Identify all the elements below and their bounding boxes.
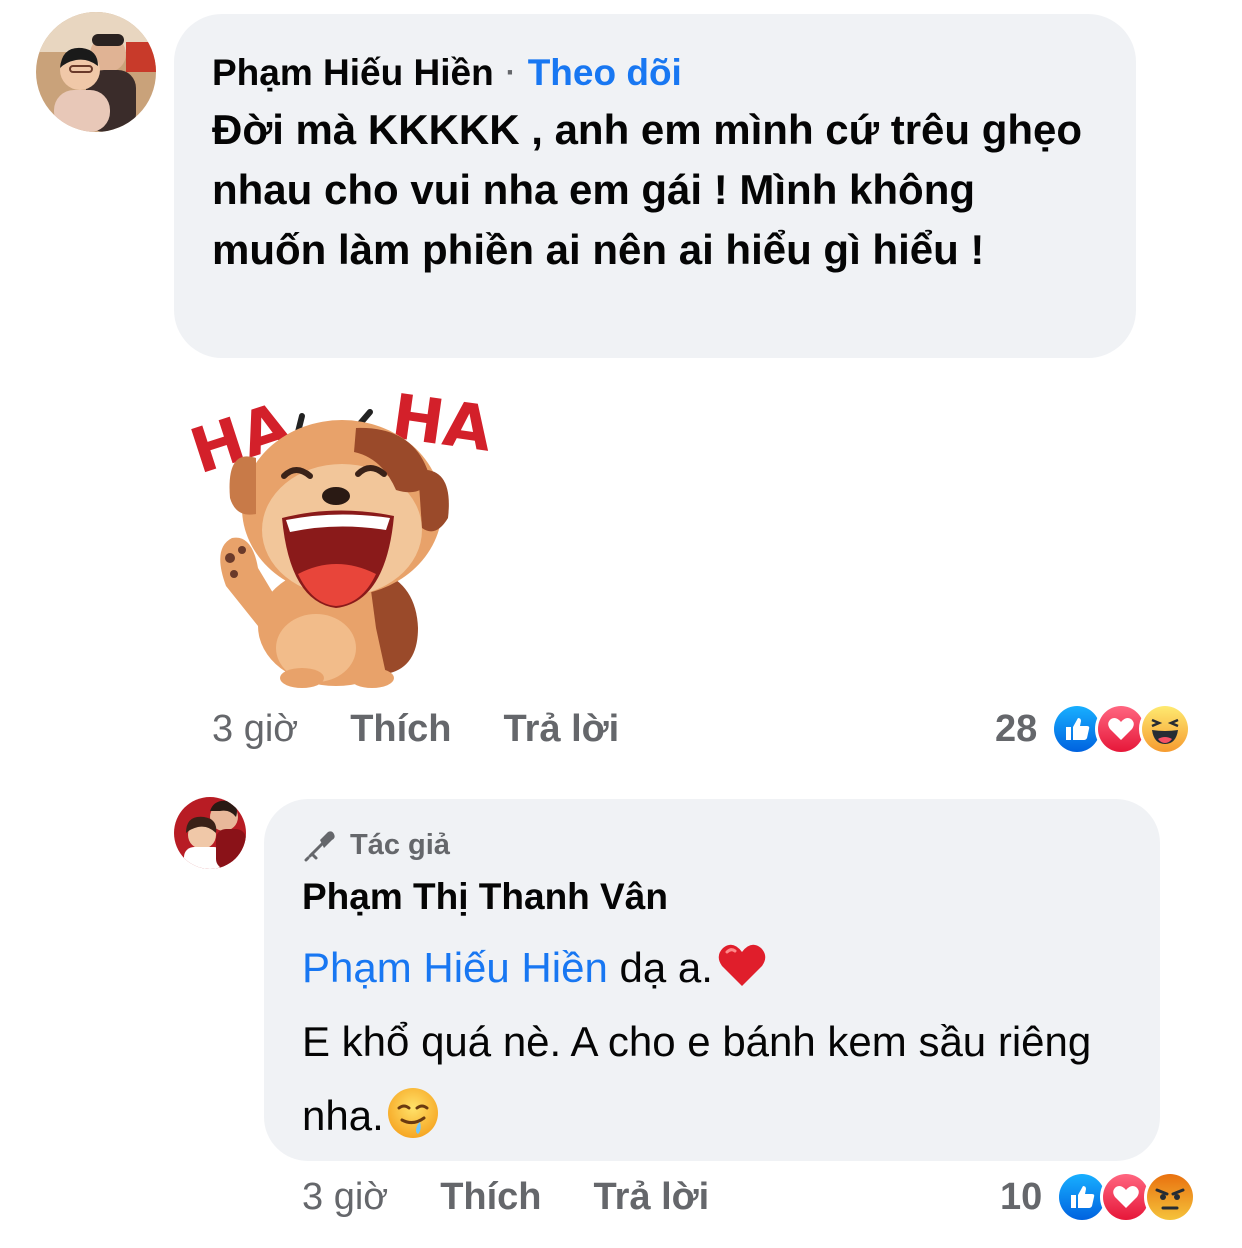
reply-text-line1: dạ a.	[619, 944, 713, 991]
angry-reaction-icon	[1144, 1171, 1197, 1223]
follow-button[interactable]: Theo dõi	[528, 52, 682, 94]
laughing-dog-sticker-icon: HA HA	[180, 378, 498, 693]
like-button[interactable]: Thích	[440, 1176, 541, 1219]
reply-bubble: Tác giả Phạm Thị Thanh Vân Phạm Hiếu Hiề…	[264, 799, 1160, 1161]
comment-text: Đời mà KKKKK , anh em mình cứ trêu ghẹo …	[212, 106, 1083, 273]
author-badge-label: Tác giả	[350, 828, 450, 861]
comment-bubble: Phạm Hiếu Hiền · Theo dõi Đời mà KKKKK ,…	[174, 14, 1136, 358]
reaction-count: 28	[995, 707, 1038, 750]
reply-actions: 3 giờ Thích Trả lời	[302, 1176, 761, 1219]
comment-author-name[interactable]: Phạm Hiếu Hiền	[212, 52, 494, 94]
commenter-avatar[interactable]	[36, 12, 156, 132]
reply-text: Phạm Hiếu Hiền dạ a. E khổ quá nè. A cho…	[302, 931, 1124, 1153]
separator-dot: ·	[505, 56, 516, 89]
reply-button[interactable]: Trả lời	[594, 1176, 710, 1219]
reaction-count: 10	[1000, 1175, 1043, 1218]
comment-timestamp[interactable]: 3 giờ	[212, 708, 298, 751]
comment-reactions[interactable]: 28	[995, 703, 1192, 755]
drooling-face-emoji-icon	[386, 1086, 440, 1140]
mention-link[interactable]: Phạm Hiếu Hiền	[302, 944, 608, 991]
comment-actions: 3 giờ Thích Trả lời	[212, 708, 671, 751]
author-badge: Tác giả	[302, 825, 1124, 865]
like-button[interactable]: Thích	[350, 708, 451, 751]
microphone-pen-icon	[304, 831, 335, 862]
red-heart-emoji-icon	[715, 938, 769, 992]
reply-author-name[interactable]: Phạm Thị Thanh Vân	[302, 873, 1124, 921]
reply-reactions[interactable]: 10	[1000, 1171, 1197, 1223]
reply-timestamp[interactable]: 3 giờ	[302, 1176, 388, 1219]
haha-reaction-icon	[1139, 703, 1192, 755]
author-avatar[interactable]	[174, 797, 246, 869]
reply-button[interactable]: Trả lời	[504, 708, 620, 751]
